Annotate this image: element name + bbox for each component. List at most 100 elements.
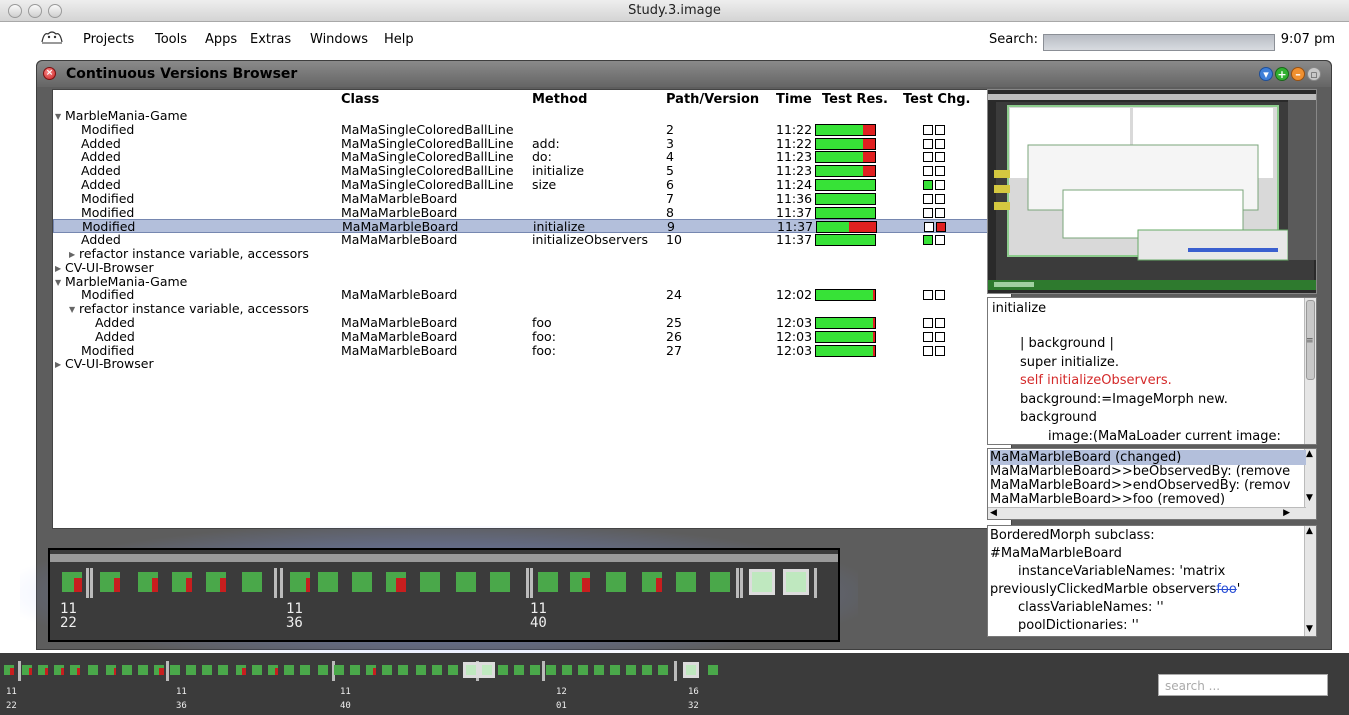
class-definition-pane[interactable]: ▲ ▼ BorderedMorph subclass: #MaMaMarbleBo…: [987, 525, 1317, 637]
table-row[interactable]: Modified MaMaSingleColoredBallLine 2 11:22: [53, 122, 1011, 137]
squeak-logo-icon[interactable]: [40, 28, 64, 46]
tree-group-row[interactable]: ▼ MarbleMania-Game: [53, 274, 1011, 289]
menu-apps[interactable]: Apps: [205, 32, 237, 47]
table-row[interactable]: Modified MaMaMarbleBoard 8 11:37: [53, 205, 1011, 220]
method-source-pane[interactable]: ≡ initialize | background | super initiali…: [987, 297, 1317, 445]
timeline-version[interactable]: [570, 572, 590, 592]
scroll-up-icon[interactable]: ▲: [1306, 449, 1313, 459]
column-header-time[interactable]: Time: [776, 92, 812, 107]
timeline-version[interactable]: [382, 665, 392, 675]
column-header-class[interactable]: Class: [341, 92, 379, 107]
timeline-version[interactable]: [186, 665, 196, 675]
timeline-version[interactable]: [206, 572, 226, 592]
changes-list[interactable]: ▲ ▼ ◀ ▶ MaMaMarbleBoard (changed) MaMaMar…: [987, 448, 1317, 520]
menu-help[interactable]: Help: [384, 32, 414, 47]
timeline-search-input[interactable]: search ...: [1158, 674, 1328, 696]
column-header-test-results[interactable]: Test Res.: [822, 92, 888, 107]
timeline-version[interactable]: [432, 665, 442, 675]
timeline-version[interactable]: [22, 665, 32, 675]
changes-list-hscrollbar[interactable]: ◀ ▶: [988, 507, 1306, 519]
timeline-version[interactable]: [658, 665, 668, 675]
tree-group-row[interactable]: ▶ CV-UI-Browser: [53, 357, 1011, 371]
timeline-version[interactable]: [710, 572, 730, 592]
timeline-version[interactable]: [62, 572, 82, 592]
browser-title-bar[interactable]: × Continuous Versions Browser ▾ + – ▫: [37, 61, 1331, 87]
timeline-version[interactable]: [290, 572, 310, 592]
menu-windows[interactable]: Windows: [310, 32, 368, 47]
timeline-version[interactable]: [420, 572, 440, 592]
timeline-version[interactable]: [749, 569, 775, 595]
timeline-version[interactable]: [4, 665, 14, 675]
timeline-version[interactable]: [642, 572, 662, 592]
expand-icon[interactable]: +: [1275, 67, 1289, 81]
scroll-left-icon[interactable]: ◀: [990, 508, 997, 518]
menu-projects[interactable]: Projects: [83, 32, 134, 47]
close-icon[interactable]: ×: [43, 67, 56, 80]
timeline-version[interactable]: [334, 665, 344, 675]
timeline-version[interactable]: [154, 665, 164, 675]
version-thumbnail[interactable]: [987, 89, 1317, 294]
timeline-version[interactable]: [538, 572, 558, 592]
collapse-icon[interactable]: –: [1291, 67, 1305, 81]
timeline-version[interactable]: [122, 665, 132, 675]
timeline-bottom[interactable]: 11 22 11 36 11 40 12 01 16 32: [0, 653, 1349, 715]
timeline-version[interactable]: [318, 572, 338, 592]
timeline-version[interactable]: [642, 665, 652, 675]
timeline-version[interactable]: [448, 665, 458, 675]
timeline-version[interactable]: [38, 665, 48, 675]
column-header-method[interactable]: Method: [532, 92, 587, 107]
tree-group-row[interactable]: ▼ MarbleMania-Game: [53, 109, 1011, 123]
timeline-version[interactable]: [490, 572, 510, 592]
timeline-version[interactable]: [352, 572, 372, 592]
tree-group-row[interactable]: ▶ CV-UI-Browser: [53, 260, 1011, 275]
timeline-version[interactable]: [242, 572, 262, 592]
timeline-version[interactable]: [562, 665, 572, 675]
timeline-version[interactable]: [456, 572, 476, 592]
collapsed-triangle-icon[interactable]: ▶: [55, 358, 65, 372]
versions-list[interactable]: Class Method Path/Version Time Test Res.…: [52, 89, 1012, 529]
timeline-version[interactable]: [594, 665, 604, 675]
timeline-version[interactable]: [172, 572, 192, 592]
timeline-version[interactable]: [416, 665, 426, 675]
search-input[interactable]: [1043, 34, 1275, 51]
timeline-version[interactable]: [54, 665, 64, 675]
table-row[interactable]: Added MaMaMarbleBoard foo: 26 12:03: [53, 329, 1011, 344]
timeline-zoom[interactable]: 11 22 11 36 11 40: [48, 548, 840, 642]
method-source-scrollbar[interactable]: ≡: [1304, 298, 1316, 444]
timeline-version[interactable]: [606, 572, 626, 592]
resize-icon[interactable]: ▫: [1307, 67, 1321, 81]
timeline-version[interactable]: [398, 665, 408, 675]
timeline-version[interactable]: [463, 662, 479, 678]
class-definition-scrollbar[interactable]: ▲ ▼: [1304, 526, 1316, 636]
table-row[interactable]: Modified MaMaMarbleBoard foo: 27 12:03: [53, 343, 1011, 358]
timeline-version[interactable]: [366, 665, 376, 675]
scroll-right-icon[interactable]: ▶: [1283, 508, 1290, 518]
timeline-version[interactable]: [252, 665, 262, 675]
menu-tools[interactable]: Tools: [155, 32, 187, 47]
timeline-version[interactable]: [514, 665, 524, 675]
timeline-version[interactable]: [170, 665, 180, 675]
timeline-version[interactable]: [236, 665, 246, 675]
change-list-item[interactable]: MaMaMarbleBoard>>endObservedBy: (remov: [990, 478, 1306, 493]
table-row[interactable]: Modified MaMaMarbleBoard 7 11:36: [53, 191, 1011, 206]
timeline-version[interactable]: [708, 665, 718, 675]
timeline-version[interactable]: [202, 665, 212, 675]
scroll-up-icon[interactable]: ▲: [1306, 526, 1313, 536]
timeline-version[interactable]: [100, 572, 120, 592]
timeline-version[interactable]: [138, 665, 148, 675]
timeline-version[interactable]: [783, 569, 809, 595]
timeline-version[interactable]: [268, 665, 278, 675]
timeline-version[interactable]: [300, 665, 310, 675]
timeline-version[interactable]: [106, 665, 116, 675]
timeline-version[interactable]: [70, 665, 80, 675]
column-header-version[interactable]: Path/Version: [666, 92, 759, 107]
timeline-version[interactable]: [676, 572, 696, 592]
change-list-item[interactable]: MaMaMarbleBoard>>foo (removed): [990, 492, 1306, 507]
timeline-version[interactable]: [218, 665, 228, 675]
timeline-version[interactable]: [683, 662, 699, 678]
timeline-version[interactable]: [530, 665, 540, 675]
change-list-item[interactable]: MaMaMarbleBoard>>beObservedBy: (remove: [990, 464, 1306, 479]
timeline-version[interactable]: [386, 572, 406, 592]
timeline-version[interactable]: [479, 662, 495, 678]
scroll-down-icon[interactable]: ▼: [1306, 493, 1313, 503]
